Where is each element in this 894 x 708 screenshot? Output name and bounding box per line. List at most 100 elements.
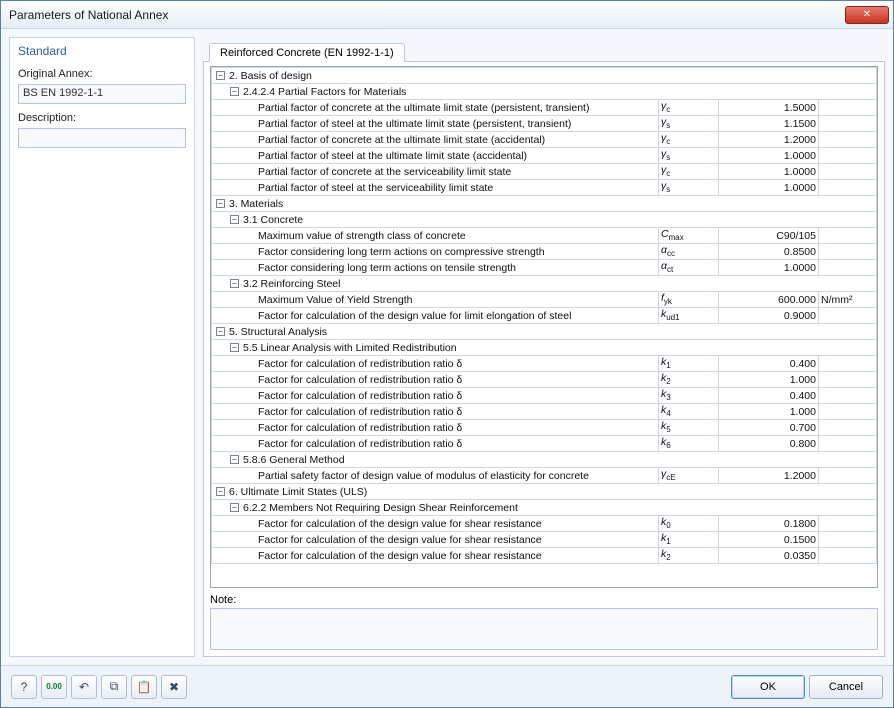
- description-field[interactable]: [18, 128, 186, 148]
- row-label: Factor for calculation of the design val…: [212, 548, 659, 564]
- delete-icon[interactable]: ✖: [161, 675, 187, 699]
- row-label: Partial factor of steel at the ultimate …: [212, 148, 659, 164]
- tree-heading-row[interactable]: −2.4.2.4 Partial Factors for Materials: [212, 84, 877, 100]
- row-value[interactable]: 0.0350: [718, 548, 818, 564]
- collapse-icon[interactable]: −: [230, 87, 239, 96]
- row-value[interactable]: 0.1800: [718, 516, 818, 532]
- original-annex-field[interactable]: BS EN 1992-1-1: [18, 84, 186, 104]
- tree-heading-row[interactable]: −6.2.2 Members Not Requiring Design Shea…: [212, 500, 877, 516]
- tree-heading-row[interactable]: −3.1 Concrete: [212, 212, 877, 228]
- tree-param-row[interactable]: Partial safety factor of design value of…: [212, 468, 877, 484]
- row-label: Maximum value of strength class of concr…: [212, 228, 659, 244]
- collapse-icon[interactable]: −: [216, 199, 225, 208]
- close-button[interactable]: ✕: [845, 6, 889, 24]
- row-value[interactable]: 0.800: [718, 436, 818, 452]
- collapse-icon[interactable]: −: [230, 343, 239, 352]
- row-unit: [818, 100, 876, 116]
- tree-param-row[interactable]: Partial factor of steel at the serviceab…: [212, 180, 877, 196]
- row-symbol: k2: [658, 372, 718, 388]
- row-value[interactable]: 1.1500: [718, 116, 818, 132]
- row-symbol: γc: [658, 132, 718, 148]
- tree-heading-row[interactable]: −6. Ultimate Limit States (ULS): [212, 484, 877, 500]
- row-unit: [818, 132, 876, 148]
- tree-heading-row[interactable]: −2. Basis of design: [212, 68, 877, 84]
- row-unit: [818, 148, 876, 164]
- tree-param-row[interactable]: Factor considering long term actions on …: [212, 260, 877, 276]
- copy-icon[interactable]: ⧉: [101, 675, 127, 699]
- row-value[interactable]: 1.5000: [718, 100, 818, 116]
- tree-param-row[interactable]: Partial factor of concrete at the servic…: [212, 164, 877, 180]
- tree-heading-row[interactable]: −5.5 Linear Analysis with Limited Redist…: [212, 340, 877, 356]
- tree-param-row[interactable]: Factor for calculation of redistribution…: [212, 372, 877, 388]
- collapse-icon[interactable]: −: [216, 487, 225, 496]
- tree-param-row[interactable]: Partial factor of concrete at the ultima…: [212, 132, 877, 148]
- row-value[interactable]: 1.0000: [718, 164, 818, 180]
- row-unit: [818, 548, 876, 564]
- decimals-icon[interactable]: 0.00: [41, 675, 67, 699]
- row-value[interactable]: 0.9000: [718, 308, 818, 324]
- row-symbol: Cmax: [658, 228, 718, 244]
- tree-param-row[interactable]: Factor for calculation of redistribution…: [212, 404, 877, 420]
- cancel-button[interactable]: Cancel: [809, 675, 883, 699]
- tree-param-row[interactable]: Factor for calculation of the design val…: [212, 308, 877, 324]
- tree-heading-row[interactable]: −5.8.6 General Method: [212, 452, 877, 468]
- row-label: Partial factor of concrete at the ultima…: [212, 100, 659, 116]
- ok-button[interactable]: OK: [731, 675, 805, 699]
- row-value[interactable]: C90/105: [718, 228, 818, 244]
- tree-heading-row[interactable]: −5. Structural Analysis: [212, 324, 877, 340]
- tree-param-row[interactable]: Partial factor of steel at the ultimate …: [212, 148, 877, 164]
- tree-param-row[interactable]: Factor for calculation of the design val…: [212, 516, 877, 532]
- row-value[interactable]: 0.400: [718, 388, 818, 404]
- row-value[interactable]: 1.2000: [718, 132, 818, 148]
- tree-param-row[interactable]: Maximum Value of Yield Strengthfyk600.00…: [212, 292, 877, 308]
- tree-param-row[interactable]: Factor for calculation of redistribution…: [212, 388, 877, 404]
- collapse-icon[interactable]: −: [216, 71, 225, 80]
- row-value[interactable]: 0.400: [718, 356, 818, 372]
- tree-param-row[interactable]: Factor for calculation of the design val…: [212, 532, 877, 548]
- row-symbol: γs: [658, 148, 718, 164]
- original-annex-label: Original Annex:: [18, 68, 186, 80]
- tree-param-row[interactable]: Factor for calculation of redistribution…: [212, 356, 877, 372]
- collapse-icon[interactable]: −: [230, 279, 239, 288]
- row-symbol: γc: [658, 164, 718, 180]
- row-symbol: γs: [658, 180, 718, 196]
- row-label: Factor for calculation of the design val…: [212, 532, 659, 548]
- row-value[interactable]: 1.000: [718, 404, 818, 420]
- row-value[interactable]: 0.700: [718, 420, 818, 436]
- row-value[interactable]: 0.8500: [718, 244, 818, 260]
- row-value[interactable]: 1.0000: [718, 180, 818, 196]
- collapse-icon[interactable]: −: [230, 503, 239, 512]
- row-value[interactable]: 1.0000: [718, 260, 818, 276]
- tree-heading-row[interactable]: −3.2 Reinforcing Steel: [212, 276, 877, 292]
- row-value[interactable]: 1.0000: [718, 148, 818, 164]
- collapse-icon[interactable]: −: [230, 455, 239, 464]
- tree-param-row[interactable]: Factor for calculation of the design val…: [212, 548, 877, 564]
- tree-param-row[interactable]: Factor for calculation of redistribution…: [212, 436, 877, 452]
- row-symbol: k1: [658, 532, 718, 548]
- row-value[interactable]: 1.2000: [718, 468, 818, 484]
- paste-icon[interactable]: 📋: [131, 675, 157, 699]
- main-panel: Reinforced Concrete (EN 1992-1-1) −2. Ba…: [203, 37, 885, 657]
- row-value[interactable]: 1.000: [718, 372, 818, 388]
- row-label: Factor for calculation of the design val…: [212, 308, 659, 324]
- note-textarea[interactable]: [210, 608, 878, 650]
- parameter-tree[interactable]: −2. Basis of design−2.4.2.4 Partial Fact…: [210, 66, 878, 588]
- tree-param-row[interactable]: Partial factor of concrete at the ultima…: [212, 100, 877, 116]
- row-symbol: k3: [658, 388, 718, 404]
- row-symbol: αcc: [658, 244, 718, 260]
- tree-heading-row[interactable]: −3. Materials: [212, 196, 877, 212]
- tab-reinforced-concrete[interactable]: Reinforced Concrete (EN 1992-1-1): [209, 43, 405, 62]
- row-unit: [818, 532, 876, 548]
- row-value[interactable]: 0.1500: [718, 532, 818, 548]
- collapse-icon[interactable]: −: [230, 215, 239, 224]
- row-value[interactable]: 600.000: [718, 292, 818, 308]
- undo-icon[interactable]: ↶: [71, 675, 97, 699]
- collapse-icon[interactable]: −: [216, 327, 225, 336]
- row-unit: [818, 116, 876, 132]
- help-icon[interactable]: ?: [11, 675, 37, 699]
- tree-param-row[interactable]: Factor considering long term actions on …: [212, 244, 877, 260]
- row-symbol: k0: [658, 516, 718, 532]
- tree-param-row[interactable]: Maximum value of strength class of concr…: [212, 228, 877, 244]
- tree-param-row[interactable]: Partial factor of steel at the ultimate …: [212, 116, 877, 132]
- tree-param-row[interactable]: Factor for calculation of redistribution…: [212, 420, 877, 436]
